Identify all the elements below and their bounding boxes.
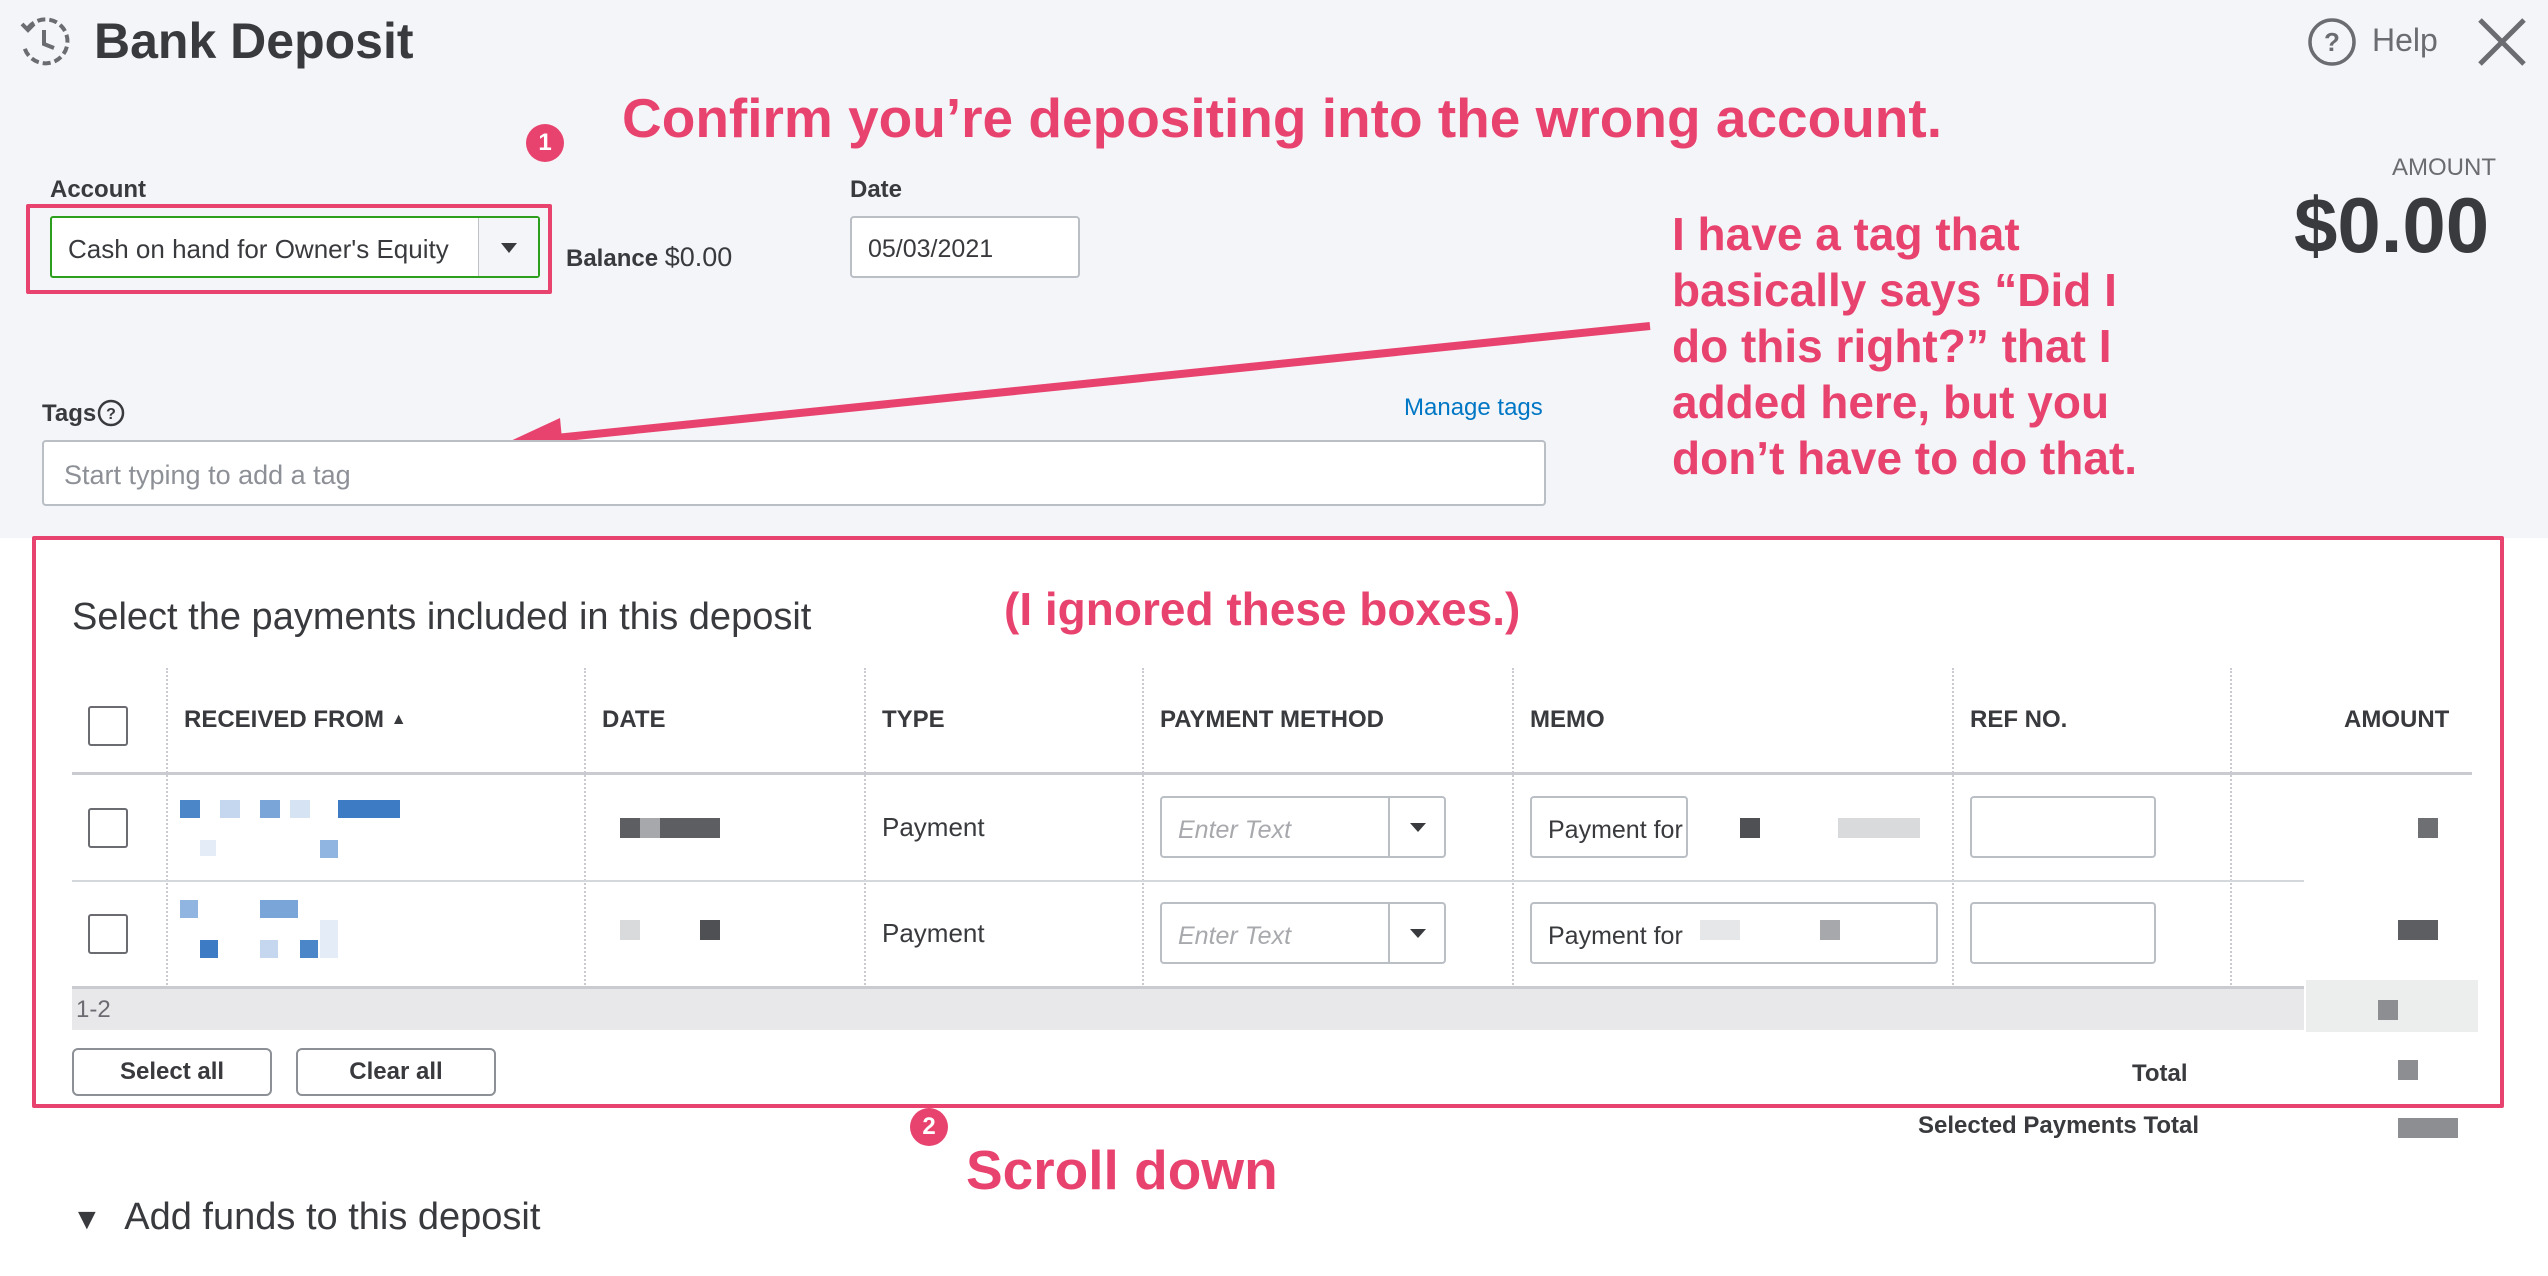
redacted-pixel bbox=[2398, 920, 2438, 940]
redacted-pixel bbox=[700, 920, 720, 940]
selected-payments-total-label: Selected Payments Total bbox=[1918, 1112, 2199, 1139]
tags-input[interactable]: Start typing to add a tag bbox=[42, 440, 1546, 506]
sort-ascending-icon: ▲ bbox=[390, 711, 407, 728]
column-divider bbox=[1512, 668, 1514, 988]
select-all-checkbox[interactable] bbox=[88, 706, 128, 746]
redacted-pixel bbox=[180, 900, 198, 918]
redacted-pixel bbox=[260, 800, 280, 818]
bank-deposit-page: Bank Deposit ? Help 1 Confirm you’re dep… bbox=[0, 0, 2548, 1276]
redacted-pixel bbox=[1838, 818, 1920, 838]
svg-text:?: ? bbox=[106, 406, 116, 423]
redacted-pixel bbox=[220, 800, 240, 818]
redacted-pixel bbox=[200, 940, 218, 958]
payments-heading: Select the payments included in this dep… bbox=[72, 596, 812, 638]
redacted-pixel bbox=[1740, 818, 1760, 838]
payment-method-select[interactable]: Enter Text bbox=[1160, 902, 1446, 964]
column-header-payment-method[interactable]: PAYMENT METHOD bbox=[1160, 706, 1384, 734]
column-divider bbox=[1142, 668, 1144, 988]
redacted-pixel bbox=[260, 940, 278, 958]
column-divider bbox=[864, 668, 866, 988]
column-header-date[interactable]: DATE bbox=[602, 706, 666, 734]
redacted-pixel bbox=[290, 800, 310, 818]
payment-method-placeholder: Enter Text bbox=[1178, 816, 1292, 844]
redacted-pixel bbox=[2398, 1118, 2458, 1138]
row-checkbox[interactable] bbox=[88, 914, 128, 954]
column-divider bbox=[1952, 668, 1954, 988]
redacted-pixel bbox=[260, 900, 298, 918]
column-header-type[interactable]: TYPE bbox=[882, 706, 945, 734]
triangle-down-icon: ▼ bbox=[72, 1203, 102, 1236]
ref-no-field[interactable] bbox=[1970, 796, 2156, 858]
row-divider bbox=[72, 880, 2304, 882]
redacted-pixel bbox=[2378, 1000, 2398, 1020]
annotation-scroll-down: Scroll down bbox=[966, 1139, 1278, 1201]
add-funds-label: Add funds to this deposit bbox=[124, 1196, 541, 1238]
header-divider bbox=[72, 772, 2472, 775]
payment-type: Payment bbox=[882, 918, 985, 948]
redacted-pixel bbox=[200, 840, 216, 856]
memo-field[interactable]: Payment for bbox=[1530, 796, 1688, 858]
payment-method-placeholder: Enter Text bbox=[1178, 922, 1292, 950]
redacted-pixel bbox=[320, 920, 338, 958]
redacted-pixel bbox=[320, 840, 338, 858]
redacted-pixel bbox=[1820, 920, 1840, 940]
tags-placeholder: Start typing to add a tag bbox=[64, 460, 351, 490]
total-label: Total bbox=[2132, 1060, 2188, 1087]
redacted-pixel bbox=[620, 818, 720, 838]
column-header-ref-no[interactable]: REF NO. bbox=[1970, 706, 2067, 734]
redacted-pixel bbox=[180, 800, 200, 818]
redacted-pixel bbox=[2398, 1060, 2418, 1080]
redacted-pixel bbox=[640, 818, 660, 838]
ref-no-field[interactable] bbox=[1970, 902, 2156, 964]
add-funds-toggle[interactable]: ▼ Add funds to this deposit bbox=[72, 1196, 540, 1239]
select-all-button[interactable]: Select all bbox=[72, 1048, 272, 1096]
chevron-down-icon[interactable] bbox=[1388, 798, 1444, 856]
payment-method-select[interactable]: Enter Text bbox=[1160, 796, 1446, 858]
column-header-label: RECEIVED FROM bbox=[184, 706, 385, 733]
memo-value: Payment for bbox=[1548, 922, 1683, 950]
row-checkbox[interactable] bbox=[88, 808, 128, 848]
redacted-pixel bbox=[1700, 920, 1740, 940]
redacted-pixel bbox=[338, 800, 400, 818]
step-badge-2: 2 bbox=[910, 1108, 948, 1146]
column-header-amount[interactable]: AMOUNT bbox=[2344, 706, 2449, 734]
pagination-bar: 1-2 bbox=[72, 986, 2304, 1030]
column-divider bbox=[584, 668, 586, 988]
redacted-pixel bbox=[300, 940, 318, 958]
memo-value: Payment for bbox=[1548, 816, 1683, 844]
clear-all-button[interactable]: Clear all bbox=[296, 1048, 496, 1096]
redacted-pixel bbox=[2418, 818, 2438, 838]
payment-type: Payment bbox=[882, 812, 985, 842]
column-divider bbox=[166, 668, 168, 988]
redacted-pixel bbox=[620, 920, 640, 940]
column-divider bbox=[2230, 668, 2232, 988]
pagination-range: 1-2 bbox=[76, 996, 111, 1023]
tags-label: Tags bbox=[42, 400, 97, 427]
annotation-ignored-boxes: (I ignored these boxes.) bbox=[1004, 583, 1521, 635]
column-header-memo[interactable]: MEMO bbox=[1530, 706, 1605, 734]
manage-tags-link[interactable]: Manage tags bbox=[1404, 394, 1543, 422]
column-header-received-from[interactable]: RECEIVED FROM ▲ bbox=[184, 706, 407, 734]
question-circle-icon[interactable]: ? bbox=[96, 398, 126, 433]
chevron-down-icon[interactable] bbox=[1388, 904, 1444, 962]
